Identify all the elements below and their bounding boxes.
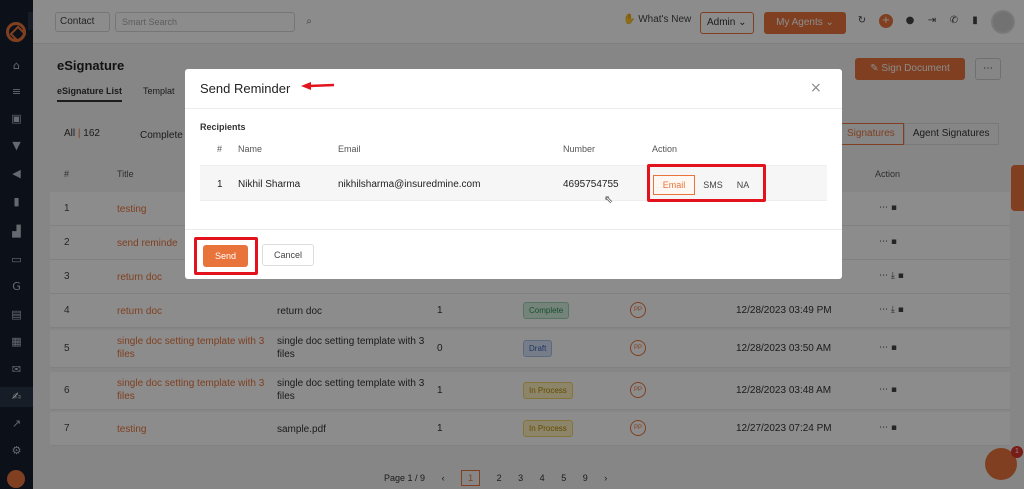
col-name: Name	[238, 144, 263, 154]
action-highlight-box: Email SMS NA	[647, 164, 766, 202]
recipient-number: 4695754755	[563, 179, 619, 190]
col-num: #	[217, 144, 223, 154]
close-icon[interactable]: ×	[810, 80, 822, 96]
recipient-email: nikhilsharma@insuredmine.com	[338, 179, 481, 190]
col-number: Number	[563, 144, 596, 154]
recipient-num: 1	[217, 179, 223, 190]
red-arrow-annotation	[301, 82, 335, 90]
dialog-header: Send Reminder ×	[185, 69, 842, 109]
col-action: Action	[652, 144, 678, 154]
recipient-name: Nikhil Sharma	[238, 179, 301, 190]
send-highlight-box: Send	[194, 237, 258, 275]
dialog-title: Send Reminder	[200, 81, 291, 96]
mouse-cursor-icon: ⇖	[604, 193, 614, 206]
send-reminder-dialog: Send Reminder × Recipients # Name Email …	[185, 69, 842, 279]
na-option-button[interactable]: NA	[730, 175, 756, 195]
recipients-label: Recipients	[200, 122, 246, 132]
send-button[interactable]: Send	[203, 245, 248, 267]
recipients-table-header: # Name Email Number Action	[200, 139, 827, 165]
col-email: Email	[338, 144, 361, 154]
email-option-button[interactable]: Email	[653, 175, 695, 195]
cancel-button[interactable]: Cancel	[262, 244, 314, 266]
sms-option-button[interactable]: SMS	[698, 175, 728, 195]
dialog-footer: Send Cancel	[185, 229, 842, 279]
